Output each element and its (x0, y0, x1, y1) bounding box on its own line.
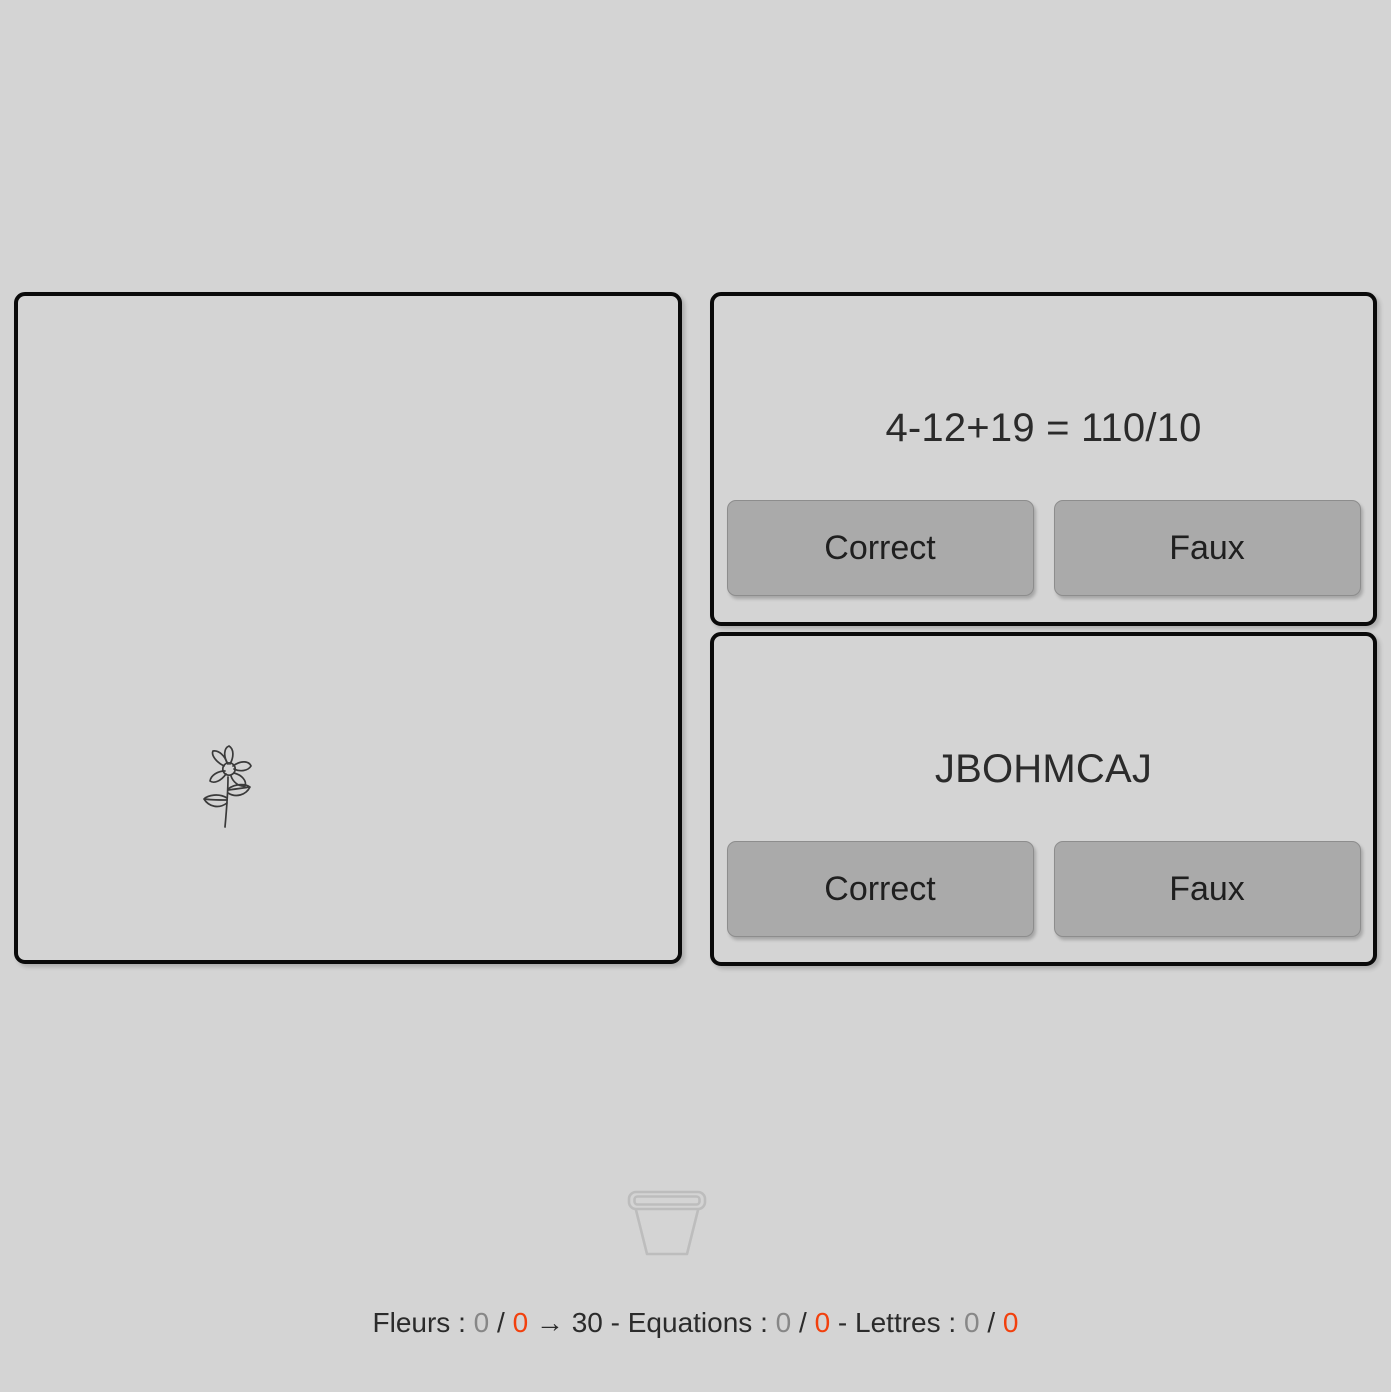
status-lettres-current: 0 (963, 1307, 980, 1338)
status-fleurs-slash: / (497, 1307, 505, 1338)
status-lettres-label: Lettres : (855, 1307, 957, 1338)
equation-question-text: 4-12+19 = 110/10 (885, 406, 1202, 450)
app-root: 4-12+19 = 110/10 Correct Faux JBOHMCAJ C… (0, 0, 1391, 1392)
equation-false-button[interactable]: Faux (1053, 500, 1361, 596)
letters-challenge-panel: JBOHMCAJ Correct Faux (710, 632, 1377, 966)
flower-pot-icon (627, 1190, 707, 1256)
status-equations-label: Equations : (627, 1307, 768, 1338)
status-equations-errors: 0 (814, 1307, 831, 1338)
status-separator-2: - (837, 1307, 848, 1338)
status-fleurs-goal: 30 (571, 1307, 603, 1338)
letters-question-text: JBOHMCAJ (934, 747, 1153, 791)
letters-correct-button[interactable]: Correct (726, 841, 1034, 937)
status-separator-1: - (610, 1307, 620, 1338)
status-equations-slash: / (799, 1307, 807, 1338)
flower-icon (203, 745, 252, 828)
garden-panel (14, 292, 707, 1256)
status-lettres-slash: / (987, 1307, 996, 1338)
status-fleurs-current: 0 (473, 1307, 490, 1338)
status-fleurs-errors: 0 (512, 1307, 529, 1338)
status-fleurs-label: Fleurs : (372, 1307, 466, 1338)
letters-answer-row: Correct Faux (714, 841, 1373, 937)
status-bar: Fleurs : 0 / 0 → 30 - Equations : 0 / 0 … (0, 1307, 1391, 1339)
equation-answer-row: Correct Faux (714, 500, 1373, 596)
equation-challenge-panel: 4-12+19 = 110/10 Correct Faux (710, 292, 1377, 626)
status-lettres-errors: 0 (1002, 1307, 1019, 1338)
status-equations-current: 0 (775, 1307, 792, 1338)
status-fleurs-arrow-icon: → (535, 1307, 564, 1338)
letters-false-button[interactable]: Faux (1053, 841, 1361, 937)
equation-correct-button[interactable]: Correct (726, 500, 1034, 596)
